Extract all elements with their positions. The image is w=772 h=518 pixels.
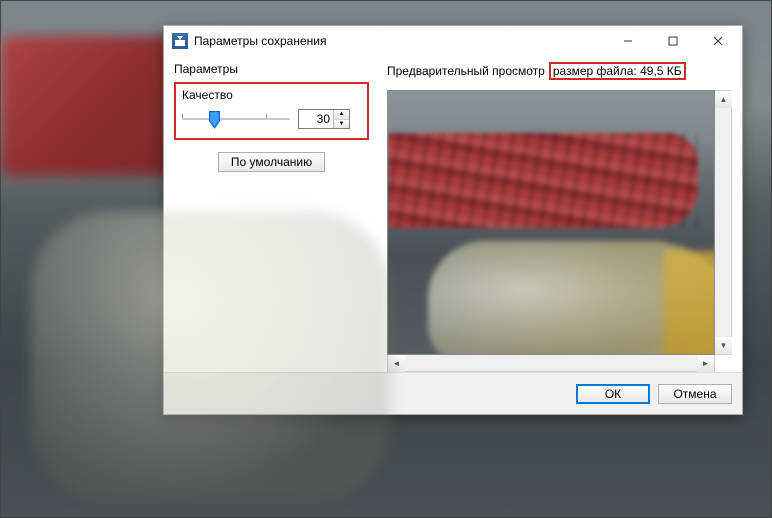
scroll-right-button[interactable]: ► xyxy=(697,355,714,372)
scroll-down-button[interactable]: ▼ xyxy=(715,337,732,354)
preview-panel: Предварительный просмотр размер файла: 4… xyxy=(387,62,732,372)
scroll-up-button[interactable]: ▲ xyxy=(715,91,732,108)
maximize-button[interactable] xyxy=(650,27,695,56)
quality-slider[interactable] xyxy=(182,108,290,130)
preview-cloth-shape xyxy=(388,133,698,228)
parameters-heading: Параметры xyxy=(174,62,369,76)
hscroll-track[interactable] xyxy=(405,355,697,371)
slider-track xyxy=(182,118,290,120)
quality-input[interactable] xyxy=(299,110,333,128)
save-icon xyxy=(172,33,188,49)
preview-heading: Предварительный просмотр xyxy=(387,64,545,78)
horizontal-scrollbar[interactable]: ◄ ► xyxy=(387,355,715,372)
cancel-button[interactable]: Отмена xyxy=(658,384,732,404)
quality-spinner[interactable]: ▲ ▼ xyxy=(298,109,350,129)
background-photo: Параметры сохранения Параметры Качество xyxy=(0,0,772,518)
filesize-label-highlight: размер файла: 49,5 КБ xyxy=(549,62,686,80)
vscroll-track[interactable] xyxy=(715,108,731,337)
titlebar[interactable]: Параметры сохранения xyxy=(164,26,742,56)
window-title: Параметры сохранения xyxy=(194,34,605,48)
preview-image[interactable] xyxy=(387,90,715,355)
preview-bottle-shape xyxy=(428,241,715,355)
spinner-down-button[interactable]: ▼ xyxy=(334,120,349,129)
ok-button[interactable]: ОК xyxy=(576,384,650,404)
scroll-left-button[interactable]: ◄ xyxy=(388,355,405,372)
parameters-panel: Параметры Качество xyxy=(174,62,369,372)
minimize-button[interactable] xyxy=(605,27,650,56)
dialog-body: Параметры Качество xyxy=(164,56,742,372)
slider-thumb[interactable] xyxy=(209,111,220,129)
default-button[interactable]: По умолчанию xyxy=(218,152,325,172)
spinner-up-button[interactable]: ▲ xyxy=(334,110,349,120)
quality-label: Качество xyxy=(182,88,361,102)
quality-group-highlight: Качество xyxy=(174,82,369,140)
save-options-dialog: Параметры сохранения Параметры Качество xyxy=(163,25,743,415)
vertical-scrollbar[interactable]: ▲ ▼ xyxy=(715,90,732,355)
preview-area: ▲ ▼ xyxy=(387,90,732,355)
close-button[interactable] xyxy=(695,27,740,56)
dialog-footer: ОК Отмена xyxy=(164,372,742,414)
